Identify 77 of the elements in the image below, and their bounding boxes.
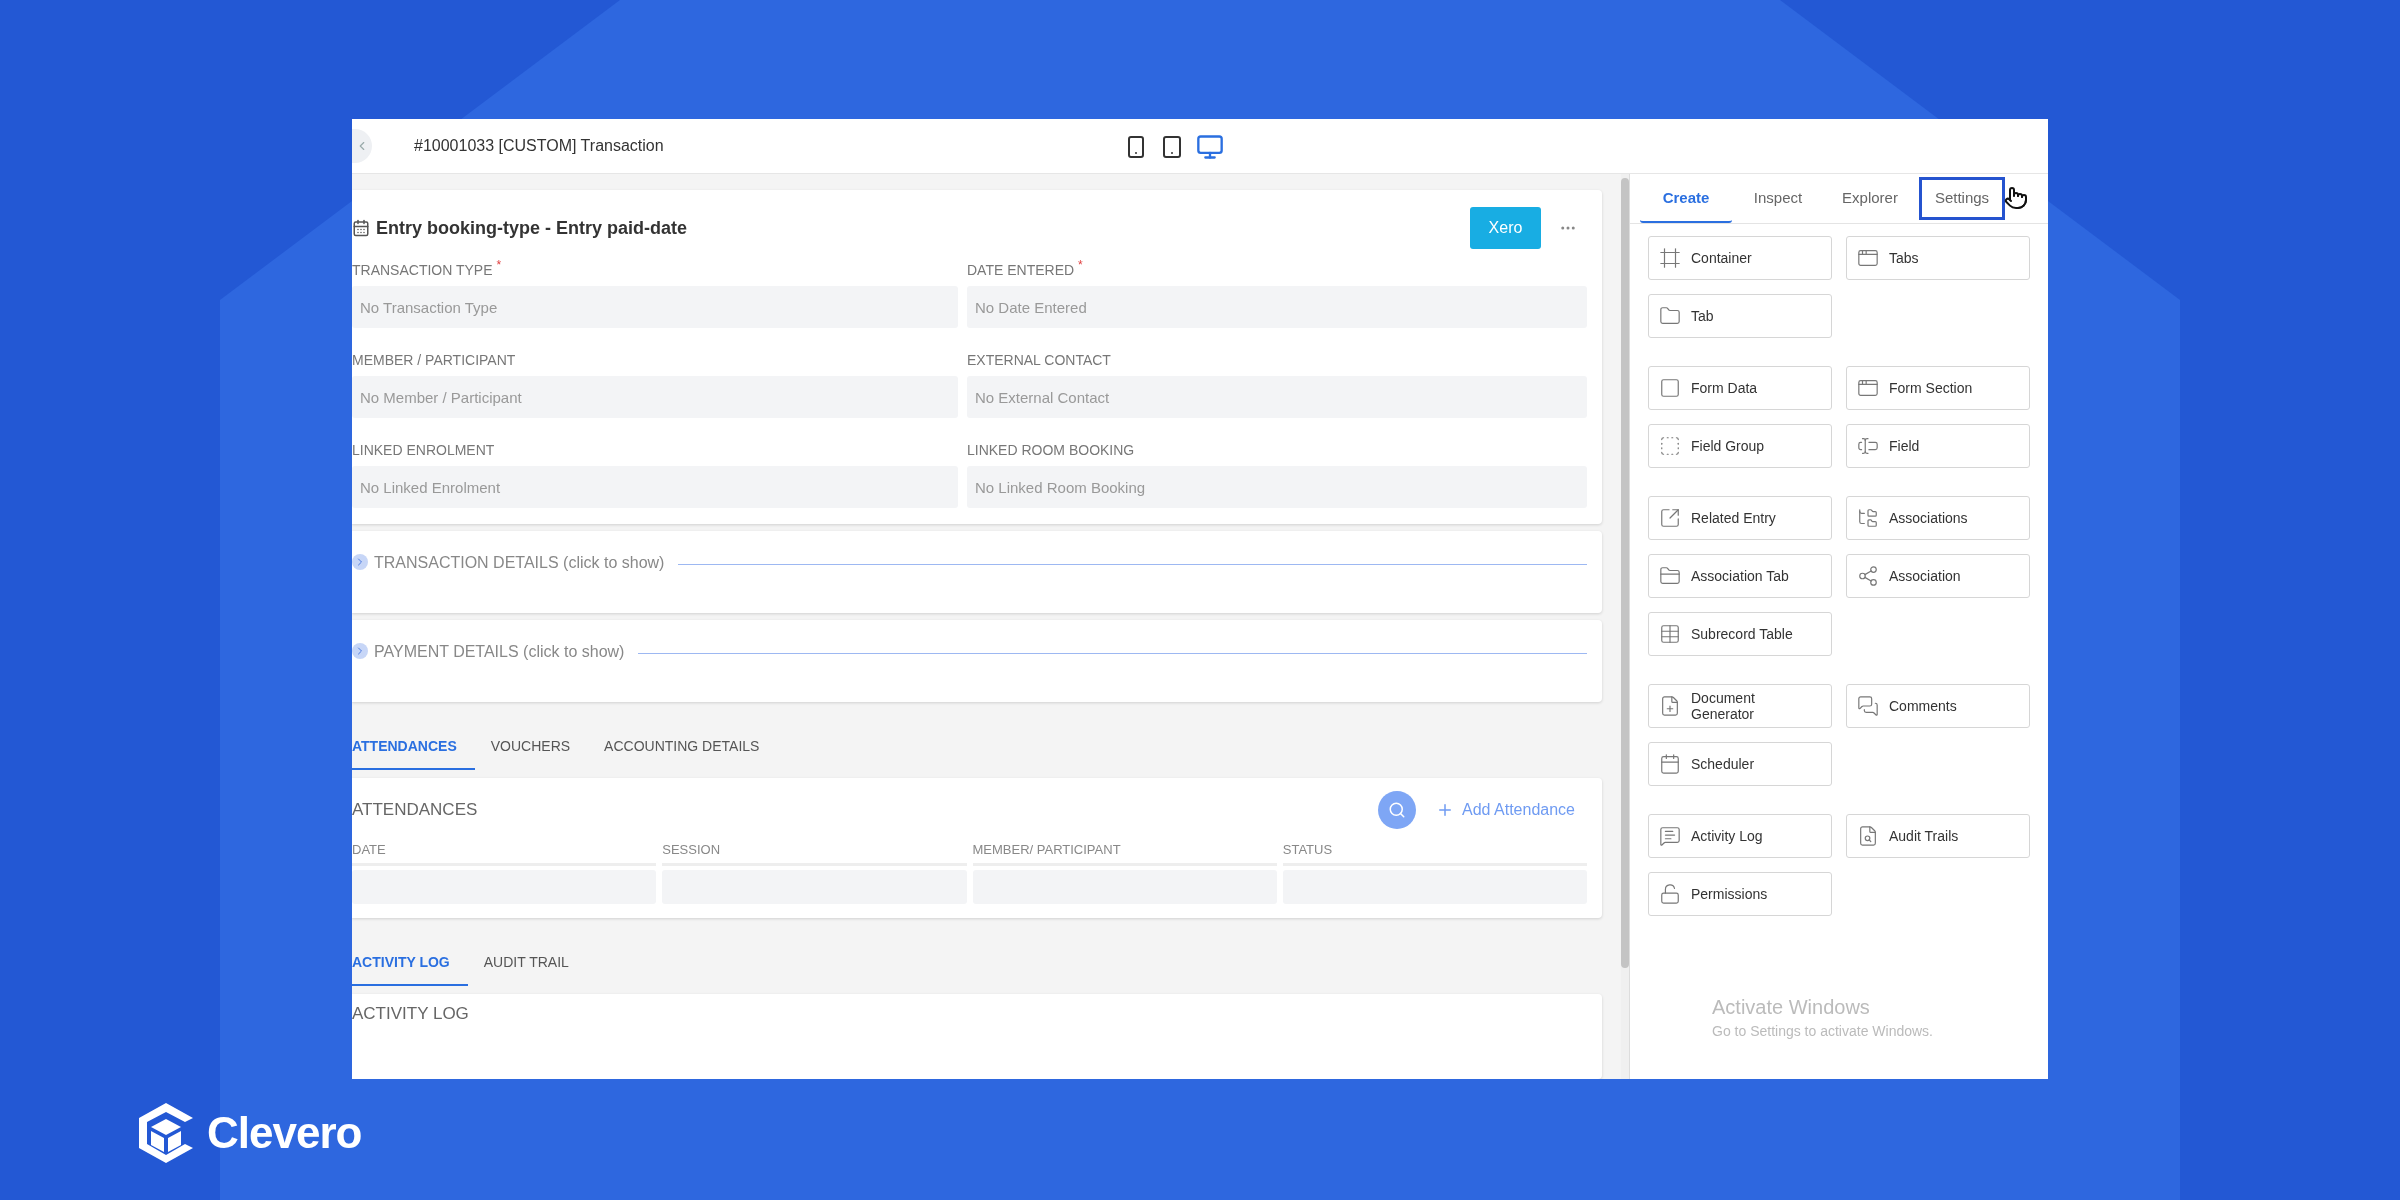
search-button[interactable] — [1378, 791, 1416, 829]
field-label: TRANSACTION TYPE * — [352, 258, 503, 278]
field-input[interactable]: No Transaction Type — [352, 286, 958, 328]
plus-icon — [1436, 801, 1454, 819]
square-icon — [1659, 377, 1681, 399]
field-input[interactable]: No Member / Participant — [352, 376, 958, 418]
field-input[interactable]: No External Contact — [967, 376, 1587, 418]
text-cursor-icon — [1857, 435, 1879, 457]
window-icon — [1857, 377, 1879, 399]
component-item[interactable]: Association — [1846, 554, 2030, 598]
chevron-icon[interactable] — [352, 554, 368, 570]
tab[interactable]: ACTIVITY LOG — [352, 940, 468, 986]
panel-tab[interactable]: Explorer — [1824, 174, 1916, 223]
activation-notice-title: Activate Windows — [1712, 996, 1871, 1019]
list-title: ACTIVITY LOG — [352, 1004, 469, 1023]
field-label: LINKED ROOM BOOKING — [967, 441, 1136, 458]
column-header: STATUS — [1282, 842, 1587, 866]
component-item[interactable]: Field — [1846, 424, 2030, 468]
table-icon — [1659, 623, 1681, 645]
search-icon — [1388, 801, 1406, 819]
tab[interactable]: ACCOUNTING DETAILS — [604, 724, 778, 770]
file-search-icon — [1857, 825, 1879, 847]
tab[interactable]: VOUCHERS — [490, 724, 589, 770]
activation-notice-text: Go to Settings to activate Windows. — [1712, 1023, 1933, 1039]
section-title[interactable]: TRANSACTION DETAILS (click to show) — [374, 554, 665, 572]
component-item[interactable]: Scheduler — [1648, 742, 1832, 786]
column-header: SESSION — [662, 842, 967, 866]
panel-tab[interactable]: Inspect — [1732, 174, 1824, 223]
field-input[interactable]: No Date Entered — [967, 286, 1587, 328]
brand-name: Clevero — [207, 1108, 362, 1158]
panel-tab[interactable]: Create — [1640, 174, 1732, 223]
component-item[interactable]: Document Generator — [1648, 684, 1832, 728]
calendar-icon — [352, 219, 370, 237]
scrollbar-thumb[interactable] — [1621, 178, 1629, 968]
list-title: ATTENDANCES — [352, 800, 478, 820]
calendar-icon — [1659, 753, 1681, 775]
field-label: MEMBER / PARTICIPANT — [352, 351, 517, 368]
field-label: LINKED ENROLMENT — [352, 441, 496, 458]
chat-icon — [1659, 825, 1681, 847]
field-input[interactable]: No Linked Enrolment — [352, 466, 958, 508]
component-item[interactable]: Subrecord Table — [1648, 612, 1832, 656]
field-input[interactable]: No Linked Room Booking — [967, 466, 1587, 508]
component-item[interactable]: Comments — [1846, 684, 2030, 728]
tab[interactable]: AUDIT TRAIL — [483, 940, 587, 986]
component-item[interactable]: Associations — [1846, 496, 2030, 540]
monitor-icon — [1196, 133, 1224, 161]
field-label: EXTERNAL CONTACT — [967, 351, 1112, 368]
unlock-icon — [1659, 883, 1681, 905]
component-item[interactable]: Tabs — [1846, 236, 2030, 280]
column-header: DATE — [352, 842, 657, 866]
panel-tab[interactable]: Settings — [1916, 174, 2008, 223]
component-item[interactable]: Related Entry — [1648, 496, 1832, 540]
component-item[interactable]: Tab — [1648, 294, 1832, 338]
field-label: DATE ENTERED * — [967, 258, 1084, 278]
component-item[interactable]: Field Group — [1648, 424, 1832, 468]
section-title[interactable]: PAYMENT DETAILS (click to show) — [374, 643, 625, 661]
link-icon — [1659, 507, 1681, 529]
hand-cursor-icon — [2004, 186, 2028, 210]
chevron-icon[interactable] — [352, 643, 368, 659]
record-heading: Entry booking-type - Entry paid-date — [376, 217, 688, 239]
record-title: #10001033 [CUSTOM] Transaction — [414, 137, 664, 155]
tablet-icon — [1160, 135, 1184, 159]
component-item[interactable]: Container — [1648, 236, 1832, 280]
back-button[interactable] — [352, 129, 372, 163]
component-item[interactable]: Activity Log — [1648, 814, 1832, 858]
component-item[interactable]: Form Data — [1648, 366, 1832, 410]
frame-icon — [1659, 247, 1681, 269]
tab[interactable]: ATTENDANCES — [352, 724, 475, 770]
column-header: MEMBER/ PARTICIPANT — [972, 842, 1277, 866]
square-icon — [1659, 435, 1681, 457]
file-plus-icon — [1659, 695, 1681, 717]
component-item[interactable]: Form Section — [1846, 366, 2030, 410]
chat-icon — [1857, 695, 1879, 717]
component-item[interactable]: Permissions — [1648, 872, 1832, 916]
component-item[interactable]: Association Tab — [1648, 554, 1832, 598]
share-icon — [1857, 565, 1879, 587]
component-item[interactable]: Audit Trails — [1846, 814, 2030, 858]
